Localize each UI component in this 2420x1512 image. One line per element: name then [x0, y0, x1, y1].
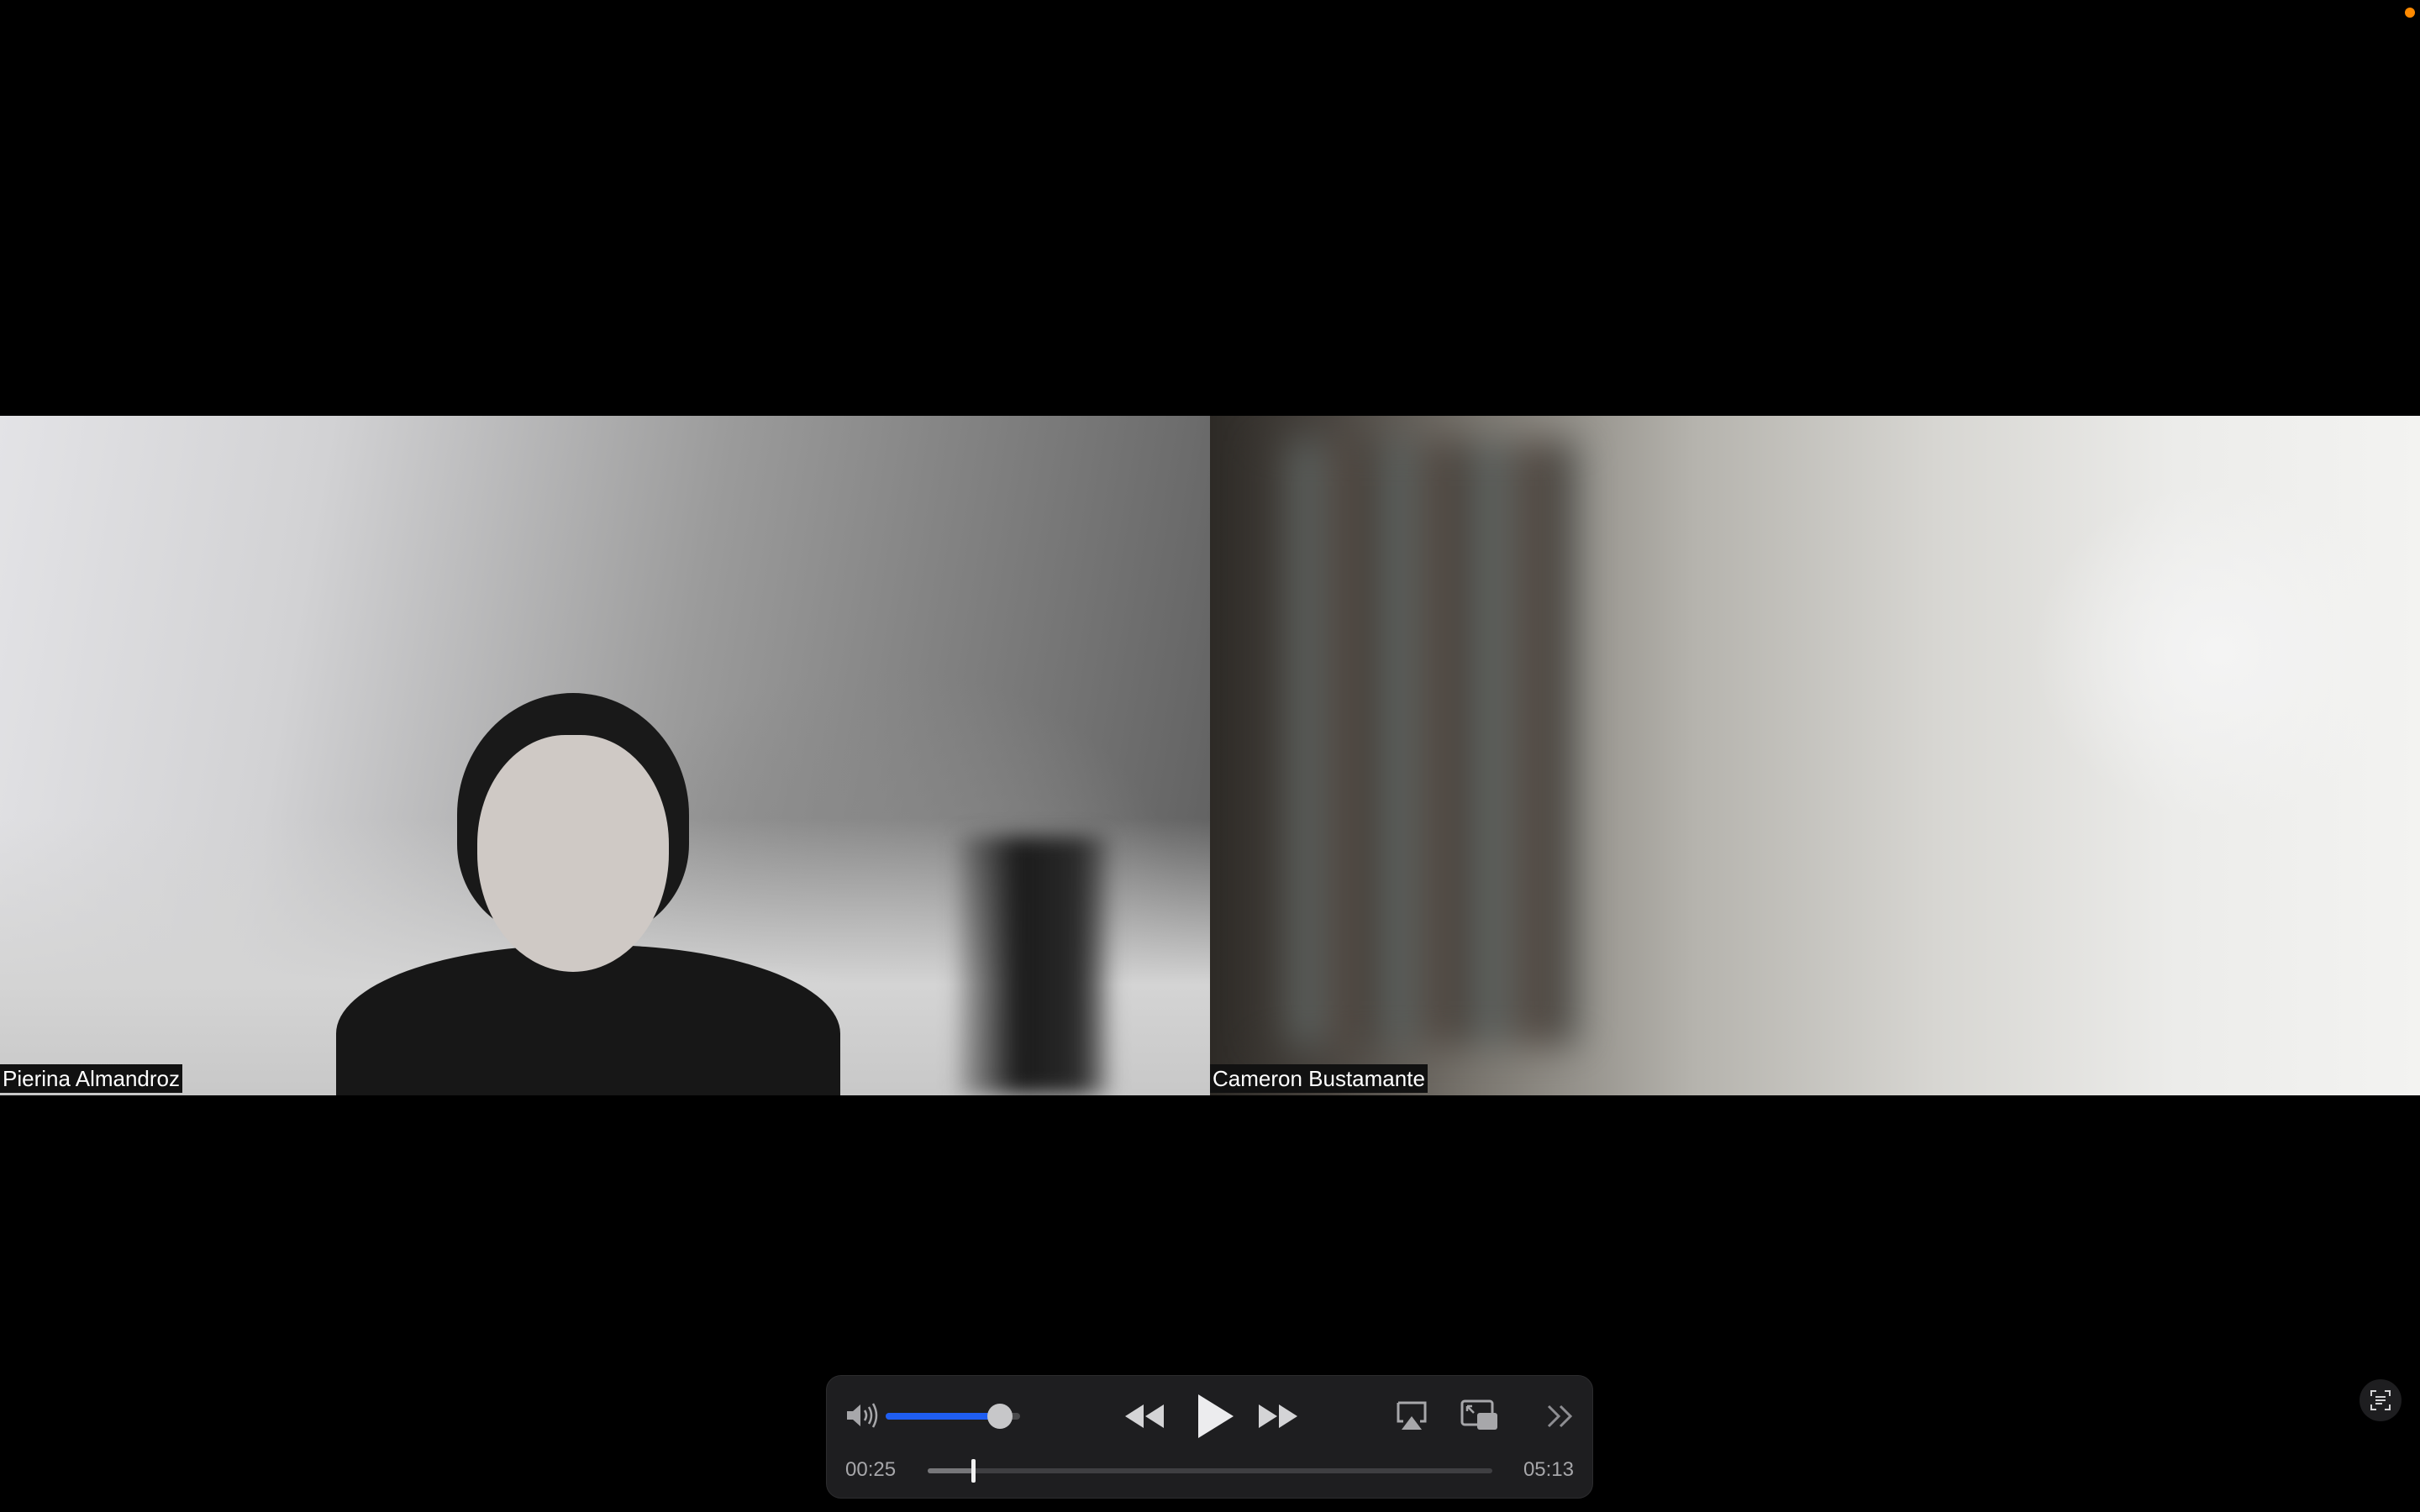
background-object	[958, 836, 1109, 1095]
current-time: 00:25	[845, 1458, 897, 1481]
volume-slider-fill	[886, 1413, 1000, 1420]
total-time: 05:13	[1523, 1458, 1574, 1481]
participant-name-tag: Cameron Bustamante	[1210, 1064, 1428, 1093]
background-bookshelf	[1260, 441, 1580, 1046]
volume-slider-knob[interactable]	[987, 1404, 1013, 1429]
participant-tile-1: Pierina Almandroz	[0, 416, 1210, 1095]
participant-face	[477, 735, 669, 972]
participant-video-1	[336, 693, 840, 1095]
scrubber-track[interactable]	[928, 1459, 1492, 1483]
live-text-icon	[2370, 1390, 2391, 1410]
scrubber-played	[928, 1468, 973, 1473]
play-icon[interactable]	[1188, 1391, 1239, 1441]
rewind-icon[interactable]	[1123, 1401, 1165, 1431]
fast-forward-icon[interactable]	[1257, 1401, 1299, 1431]
airplay-icon[interactable]	[1395, 1399, 1428, 1433]
live-text-button[interactable]	[2360, 1379, 2402, 1421]
scrubber-playhead[interactable]	[971, 1459, 976, 1483]
participant-tile-2: Cameron Bustamante	[1210, 416, 2420, 1095]
recording-indicator	[2405, 8, 2415, 18]
speaker-volume-icon[interactable]	[845, 1401, 879, 1430]
video-stage: Pierina Almandroz Cameron Bustamante	[0, 416, 2420, 1095]
playback-controls: 00:25 05:13	[826, 1375, 1593, 1499]
more-chevrons-icon[interactable]	[1545, 1401, 1576, 1431]
picture-in-picture-icon[interactable]	[1460, 1399, 1499, 1433]
participant-name-tag: Pierina Almandroz	[0, 1064, 182, 1093]
